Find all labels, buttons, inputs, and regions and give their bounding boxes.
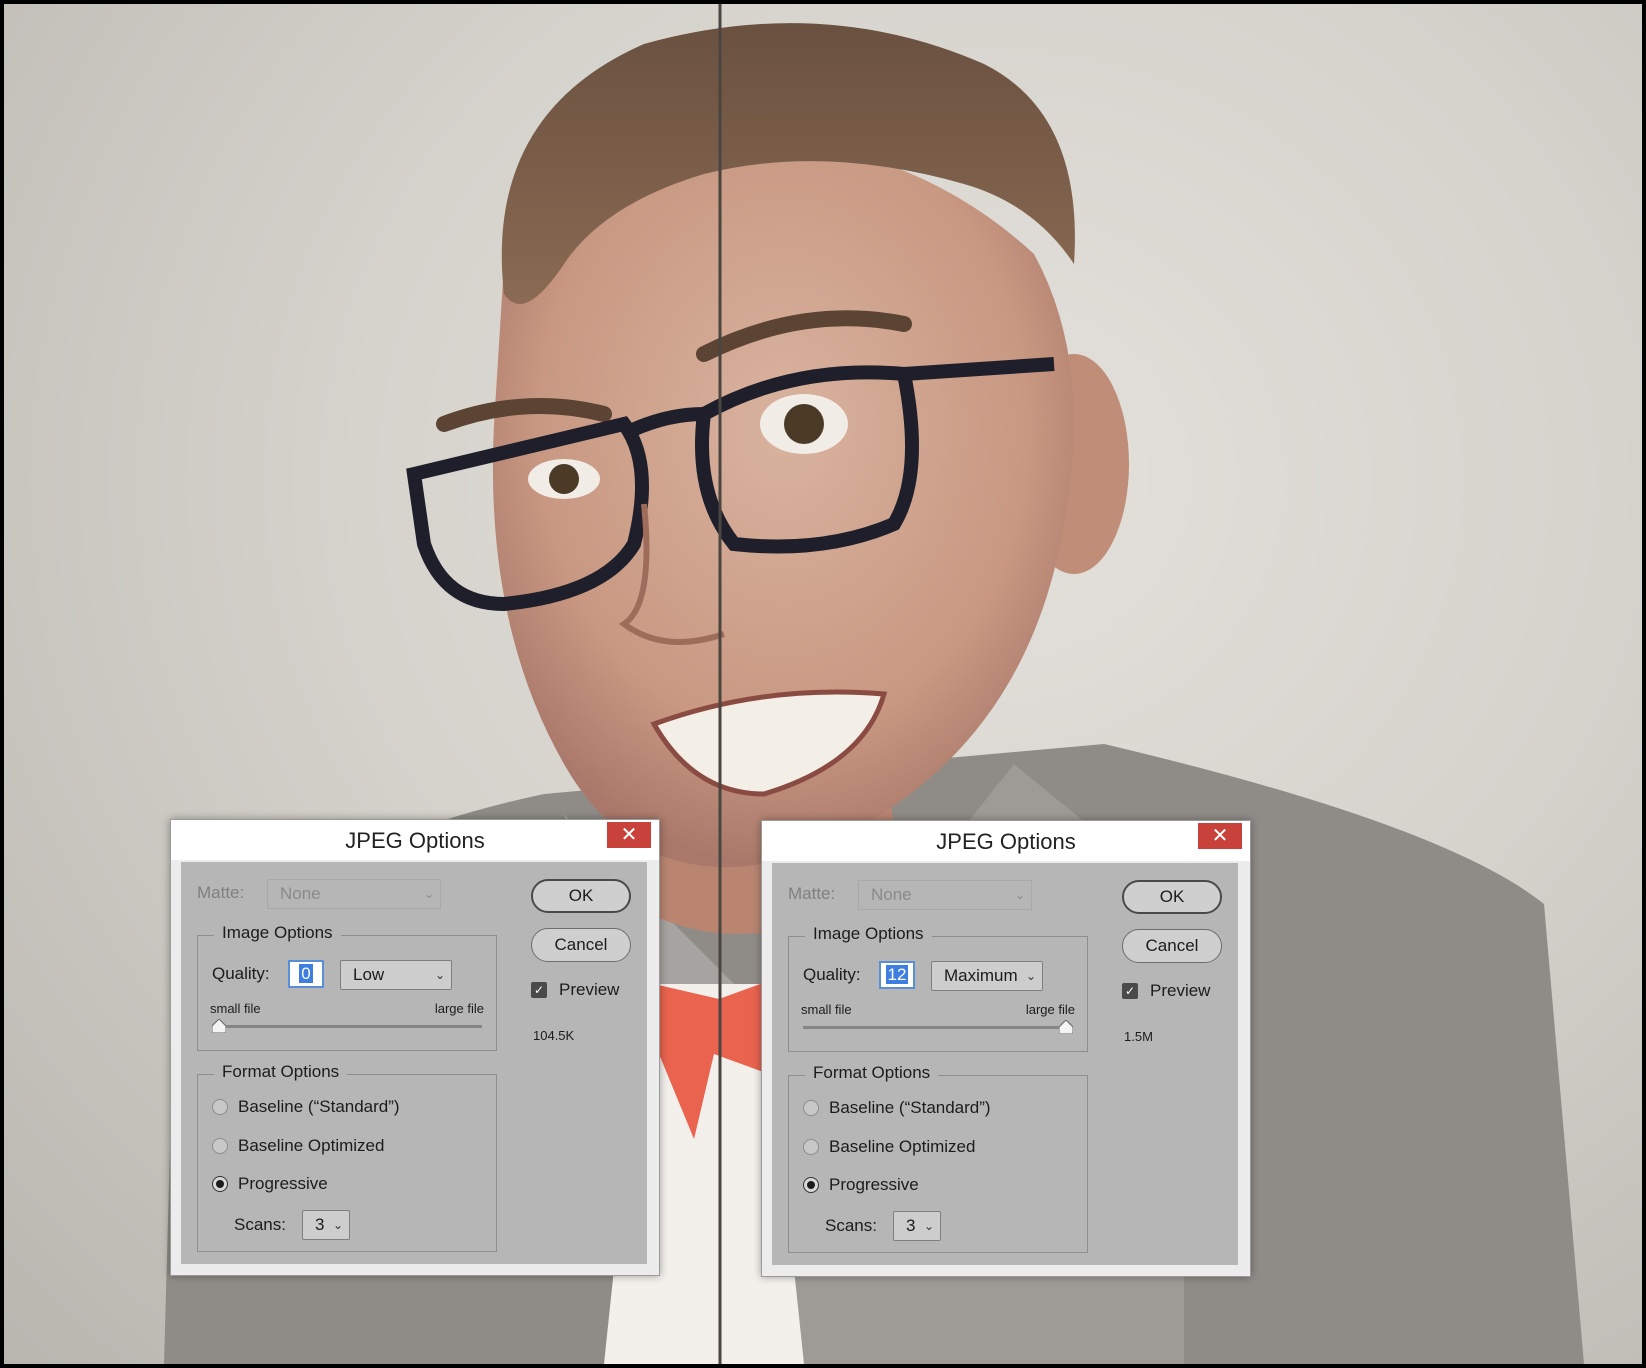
close-button[interactable]: ✕ [607, 822, 651, 848]
scans-value: 3 [906, 1216, 916, 1235]
quality-input[interactable]: 12 [879, 961, 915, 989]
ok-button[interactable]: OK [1122, 880, 1222, 914]
close-button[interactable]: ✕ [1198, 823, 1242, 849]
preview-label: Preview [559, 980, 620, 999]
matte-label: Matte: [788, 884, 836, 903]
matte-value: None [280, 884, 321, 903]
dialog-body: Matte: None ⌄ Image Options Quality: 12 … [772, 863, 1238, 1265]
chevron-down-icon: ⌄ [1014, 888, 1025, 902]
baseline-optimized-label: Baseline Optimized [829, 1137, 976, 1156]
baseline-standard-label: Baseline (“Standard”) [829, 1098, 991, 1117]
cancel-button[interactable]: Cancel [531, 928, 631, 962]
quality-slider-thumb[interactable] [1059, 1020, 1073, 1034]
quality-value: 12 [885, 965, 909, 984]
scans-select[interactable]: 3 ⌄ [302, 1210, 350, 1240]
quality-slider-track[interactable] [803, 1026, 1073, 1029]
close-icon: ✕ [1211, 823, 1229, 847]
dialog-title: JPEG Options [171, 820, 659, 860]
slider-min-label: small file [801, 1002, 852, 1017]
scans-value: 3 [315, 1215, 325, 1234]
chevron-down-icon: ⌄ [434, 968, 445, 982]
quality-slider-track[interactable] [212, 1025, 482, 1028]
matte-select: None ⌄ [267, 879, 441, 909]
slider-max-label: large file [434, 1001, 484, 1016]
cancel-button[interactable]: Cancel [1122, 929, 1222, 963]
quality-preset-value: Low [353, 965, 385, 984]
jpeg-options-dialog-low: JPEG Options ✕ Matte: None ⌄ Image Optio… [170, 819, 660, 1276]
quality-preset-select[interactable]: Low ⌄ [340, 960, 452, 990]
dialog-body: Matte: None ⌄ Image Options Quality: 0 L… [181, 862, 647, 1264]
progressive-radio[interactable] [803, 1177, 819, 1193]
chevron-down-icon: ⌄ [332, 1218, 343, 1232]
quality-input[interactable]: 0 [288, 960, 324, 988]
image-options-group: Image Options Quality: 0 Low ⌄ small fil… [197, 923, 497, 1051]
quality-value: 0 [299, 964, 313, 983]
format-options-group: Format Options Baseline (“Standard”) Bas… [788, 1063, 1088, 1253]
format-options-title: Format Options [214, 1062, 348, 1082]
chevron-down-icon: ⌄ [423, 887, 434, 901]
dialog-title: JPEG Options [762, 821, 1250, 861]
ok-button[interactable]: OK [531, 879, 631, 913]
file-size-readout: 104.5K [533, 1028, 575, 1043]
slider-min-label: small file [210, 1001, 261, 1016]
check-icon: ✓ [1124, 984, 1136, 998]
preview-checkbox[interactable]: ✓ [1122, 983, 1138, 999]
quality-label: Quality: [212, 964, 270, 983]
baseline-standard-label: Baseline (“Standard”) [238, 1097, 400, 1116]
scans-select[interactable]: 3 ⌄ [893, 1211, 941, 1241]
check-icon: ✓ [533, 983, 545, 997]
quality-label: Quality: [803, 965, 861, 984]
baseline-optimized-radio[interactable] [212, 1138, 228, 1154]
matte-select: None ⌄ [858, 880, 1032, 910]
format-options-title: Format Options [805, 1063, 939, 1083]
format-options-group: Format Options Baseline (“Standard”) Bas… [197, 1062, 497, 1252]
quality-slider-thumb[interactable] [212, 1019, 226, 1033]
quality-preset-value: Maximum [944, 966, 1018, 985]
file-size-readout: 1.5M [1124, 1029, 1153, 1044]
close-icon: ✕ [620, 822, 638, 846]
preview-label: Preview [1150, 981, 1211, 1000]
scans-label: Scans: [234, 1215, 286, 1234]
slider-max-label: large file [1025, 1002, 1075, 1017]
baseline-optimized-radio[interactable] [803, 1139, 819, 1155]
baseline-standard-radio[interactable] [803, 1100, 819, 1116]
matte-label: Matte: [197, 883, 245, 902]
image-options-group: Image Options Quality: 12 Maximum ⌄ smal… [788, 924, 1088, 1052]
baseline-standard-radio[interactable] [212, 1099, 228, 1115]
image-options-title: Image Options [805, 924, 932, 944]
preview-checkbox[interactable]: ✓ [531, 982, 547, 998]
jpeg-options-dialog-maximum: JPEG Options ✕ Matte: None ⌄ Image Optio… [761, 820, 1251, 1277]
progressive-radio[interactable] [212, 1176, 228, 1192]
scans-label: Scans: [825, 1216, 877, 1235]
matte-value: None [871, 885, 912, 904]
chevron-down-icon: ⌄ [1025, 969, 1036, 983]
quality-preset-select[interactable]: Maximum ⌄ [931, 961, 1043, 991]
progressive-label: Progressive [238, 1174, 328, 1193]
progressive-label: Progressive [829, 1175, 919, 1194]
image-options-title: Image Options [214, 923, 341, 943]
baseline-optimized-label: Baseline Optimized [238, 1136, 385, 1155]
chevron-down-icon: ⌄ [923, 1219, 934, 1233]
